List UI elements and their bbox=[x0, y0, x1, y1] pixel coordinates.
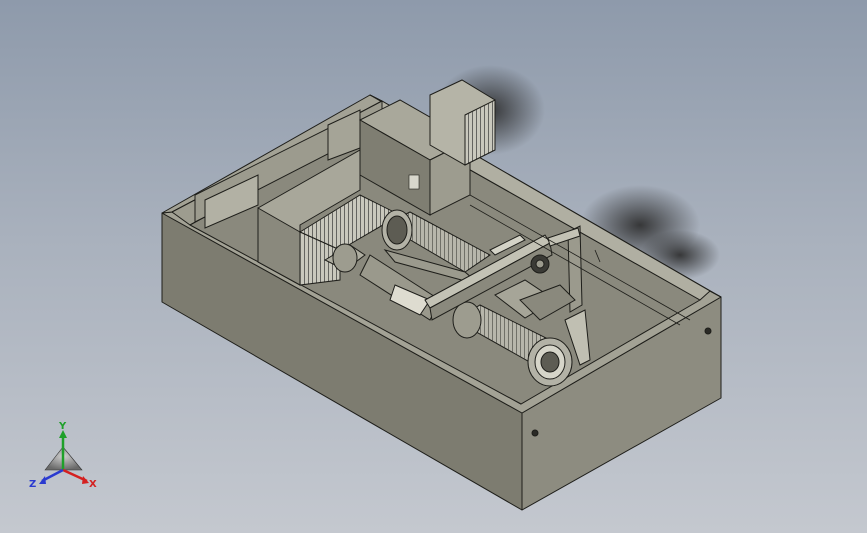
model-canvas[interactable]: Y X Z bbox=[0, 0, 867, 533]
coordinate-triad[interactable]: Y X Z bbox=[29, 421, 97, 490]
label-plate bbox=[408, 174, 420, 190]
bolt-hole bbox=[704, 327, 712, 335]
x-axis-label: X bbox=[89, 479, 97, 490]
z-axis-label: Z bbox=[29, 479, 36, 490]
y-axis-label: Y bbox=[58, 421, 67, 432]
bolt-hole bbox=[531, 429, 539, 437]
3d-model-viewport[interactable]: Y X Z bbox=[0, 0, 867, 533]
